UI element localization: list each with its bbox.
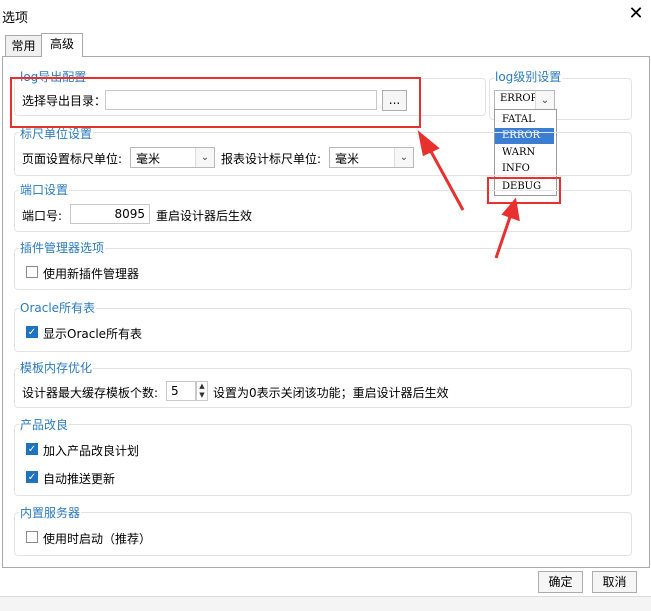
arrow-to-export xyxy=(417,130,465,211)
annotation-arrows xyxy=(417,130,520,259)
arrow-to-debug xyxy=(494,197,520,259)
tab-advanced[interactable]: 高级 xyxy=(41,33,83,57)
